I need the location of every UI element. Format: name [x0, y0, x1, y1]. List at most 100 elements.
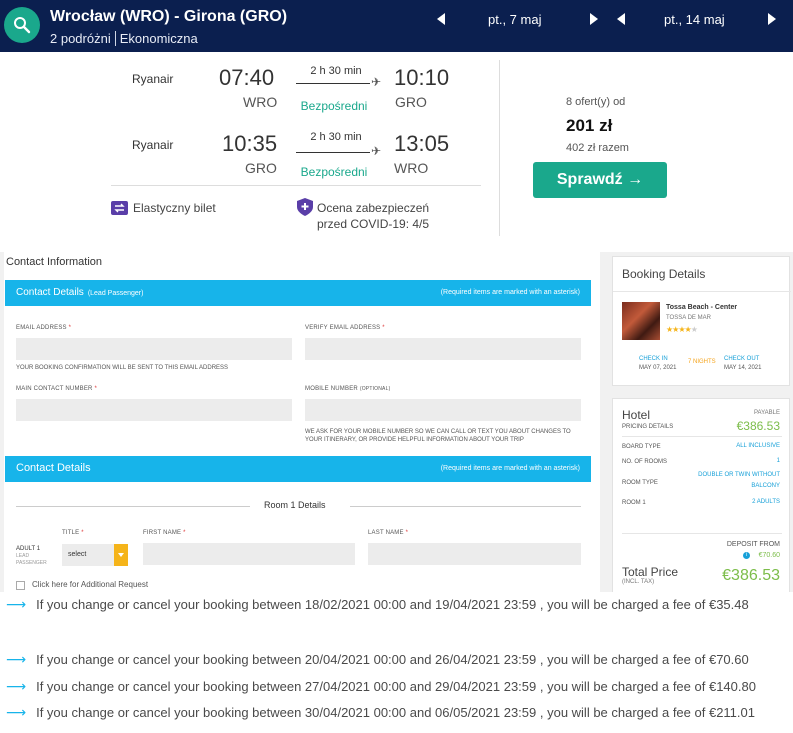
cancellation-fee-item: ⟶ If you change or cancel your booking be… — [6, 678, 756, 694]
arrival-time: 10:10 — [394, 65, 450, 90]
hotel-location: TOSSA DE MAR — [666, 315, 711, 321]
flexible-ticket-label: Elastyczny bilet — [133, 201, 216, 215]
airline-name: Ryanair — [132, 72, 174, 86]
arrow-right-icon: ⟶ — [6, 704, 27, 720]
deposit-value: €70.60 — [758, 552, 780, 559]
outbound-date[interactable]: pt., 7 maj — [488, 12, 541, 27]
main-contact-field[interactable] — [16, 399, 292, 421]
flexible-ticket-icon — [111, 201, 128, 215]
email-note: YOUR BOOKING CONFIRMATION WILL BE SENT T… — [16, 365, 229, 371]
board-type-label: BOARD TYPE — [622, 444, 661, 450]
cancellation-fee-item: ⟶ If you change or cancel your booking be… — [6, 704, 755, 720]
hotel-name: Tossa Beach - Center — [666, 304, 738, 311]
verify-email-field[interactable] — [305, 338, 581, 360]
search-details[interactable]: 2 podróżni Ekonomiczna — [50, 31, 198, 46]
info-icon[interactable]: i — [743, 552, 750, 559]
covid-rating-line2: przed COVID-19: 4/5 — [317, 217, 430, 231]
divider — [114, 31, 116, 46]
additional-request-label[interactable]: Click here for Additional Request — [32, 580, 148, 589]
hotel-price-label: Hotel — [622, 408, 651, 422]
next-return-date-arrow-icon[interactable] — [768, 13, 776, 25]
hotel-image — [622, 302, 660, 340]
divider — [613, 291, 791, 292]
pricing-details-link[interactable]: PRICING DETAILS — [622, 424, 673, 430]
room-type-label: ROOM TYPE — [622, 480, 658, 486]
total-price-label: Total Price — [622, 565, 679, 579]
additional-request-checkbox[interactable] — [16, 581, 25, 590]
check-offer-button[interactable]: Sprawdź → — [533, 162, 667, 198]
last-name-field[interactable] — [368, 543, 581, 565]
nights-count: 7 NIGHTS — [688, 359, 716, 365]
total-price-amount: €386.53 — [722, 567, 780, 584]
divider — [350, 506, 581, 507]
room1-label: ROOM 1 — [622, 500, 646, 506]
section-title: Contact Details — [16, 462, 91, 474]
first-name-field[interactable] — [143, 543, 355, 565]
prev-outbound-date-arrow-icon[interactable] — [437, 13, 445, 25]
cancellation-fee-item: ⟶ If you change or cancel your booking be… — [6, 651, 749, 667]
form-title: Contact Information — [6, 256, 102, 268]
chevron-down-icon — [114, 544, 128, 566]
section-subtitle: (Lead Passenger) — [87, 290, 144, 297]
title-select[interactable]: select — [62, 544, 128, 566]
arrival-airport: GRO — [395, 94, 427, 110]
main-contact-label: MAIN CONTACT NUMBER * — [16, 386, 98, 392]
return-date[interactable]: pt., 14 maj — [664, 12, 725, 27]
arrow-right-icon: ⟶ — [6, 596, 27, 612]
search-button[interactable] — [4, 7, 40, 43]
arrow-right-icon: ⟶ — [6, 651, 27, 667]
flight-line — [296, 152, 370, 153]
prev-return-date-arrow-icon[interactable] — [617, 13, 625, 25]
booking-details-title: Booking Details — [622, 267, 706, 281]
covid-rating-line1: Ocena zabezpieczeń — [317, 201, 430, 215]
verify-email-label: VERIFY EMAIL ADDRESS * — [305, 325, 385, 331]
hotel-amount: €386.53 — [736, 419, 780, 433]
pricing-card: Hotel PAYABLE PRICING DETAILS €386.53 BO… — [612, 398, 790, 592]
check-in: CHECK IN MAY 07, 2021 — [639, 356, 677, 371]
search-summary-bar: Wrocław (WRO) - Girona (GRO) 2 podróżni E… — [0, 0, 793, 52]
hotel-star-rating: ★★★★★ — [666, 325, 698, 334]
mobile-label: MOBILE NUMBER (OPTIONAL) — [305, 386, 391, 392]
flight-line — [296, 83, 370, 84]
deposit-label: DEPOSIT FROM — [726, 541, 780, 548]
flight-duration: 2 h 30 min — [310, 65, 362, 77]
divider — [111, 185, 481, 186]
flight-result-card: Ryanair 07:40 WRO 2 h 30 min ✈ Bezpośred… — [0, 52, 793, 238]
arrival-airport: WRO — [394, 160, 429, 176]
mobile-field[interactable] — [305, 399, 581, 421]
payable-label: PAYABLE — [753, 410, 780, 416]
departure-airport: WRO — [243, 94, 278, 110]
incl-tax-label: (INCL. TAX) — [622, 579, 655, 585]
title-label: TITLE * — [62, 530, 84, 536]
search-icon — [14, 17, 31, 34]
passengers-count: 2 podróżni — [50, 31, 111, 46]
contact-details-header: Contact Details (Lead Passenger) (Require… — [5, 280, 591, 306]
departure-airport: GRO — [245, 160, 277, 176]
mobile-note: WE ASK FOR YOUR MOBILE NUMBER SO WE CAN … — [305, 429, 571, 443]
contact-details-header-2: Contact Details (Required items are mark… — [5, 456, 591, 482]
departure-time: 10:35 — [222, 131, 278, 156]
plane-icon: ✈ — [371, 75, 382, 89]
arrow-right-icon: ⟶ — [6, 678, 27, 694]
plane-icon: ✈ — [371, 144, 382, 158]
required-note: (Required items are marked with an aster… — [440, 465, 580, 472]
next-outbound-date-arrow-icon[interactable] — [590, 13, 598, 25]
departure-time: 07:40 — [219, 65, 275, 90]
email-field[interactable] — [16, 338, 292, 360]
flight-duration: 2 h 30 min — [310, 131, 362, 143]
booking-page: Contact Information Contact Details (Lead… — [0, 252, 793, 592]
booking-details-card: Booking Details Tossa Beach - Center TOS… — [612, 256, 791, 386]
required-note: (Required items are marked with an aster… — [440, 289, 580, 296]
board-type-value: ALL INCLUSIVE — [736, 443, 780, 449]
rooms-label: NO. OF ROOMS — [622, 459, 667, 465]
offers-count: 8 ofert(y) od — [566, 96, 626, 108]
airline-name: Ryanair — [132, 138, 174, 152]
route-title[interactable]: Wrocław (WRO) - Girona (GRO) — [50, 8, 287, 26]
stops-info: Bezpośredni — [300, 165, 368, 179]
adult-passenger-label: ADULT 1 LEAD PASSENGER — [16, 546, 47, 566]
stops-info: Bezpośredni — [300, 99, 368, 113]
cabin-class: Ekonomiczna — [119, 31, 198, 46]
contact-form: Contact Information Contact Details (Lead… — [4, 252, 600, 592]
divider — [16, 506, 250, 507]
cancellation-fee-item: ⟶ If you change or cancel your booking be… — [6, 596, 749, 612]
